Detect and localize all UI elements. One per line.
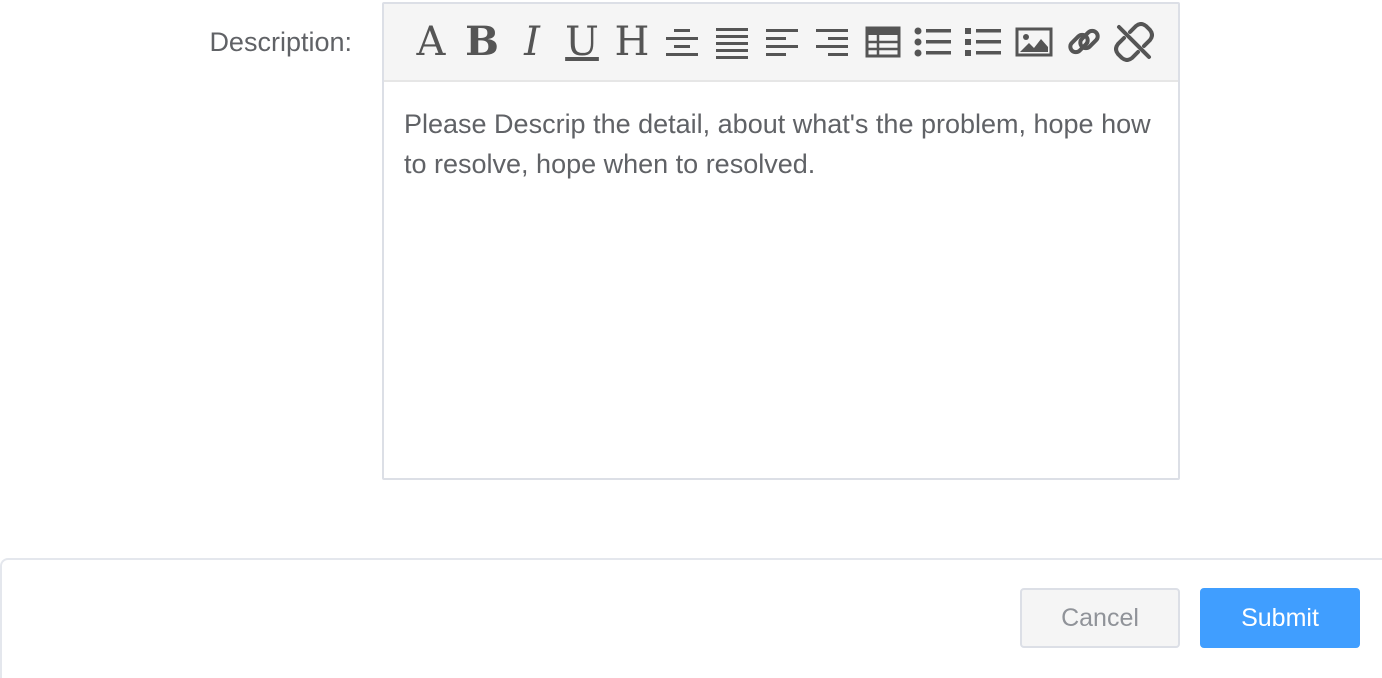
- align-left-icon: [766, 29, 798, 56]
- italic-button[interactable]: I: [512, 21, 552, 63]
- font-button[interactable]: A: [411, 21, 451, 63]
- bold-icon: B: [465, 18, 499, 65]
- editor-content[interactable]: Please Descrip the detail, about what's …: [404, 104, 1162, 184]
- editor-toolbar: A B I U H: [384, 4, 1178, 82]
- align-right-icon: [816, 29, 848, 56]
- dialog: Description: A B I U H Please Descrip th…: [0, 0, 1382, 678]
- underline-icon: U: [565, 19, 599, 65]
- align-justify-icon: [716, 28, 748, 59]
- align-center-button[interactable]: [662, 21, 702, 63]
- heading-icon: H: [614, 19, 650, 65]
- ordered-list-icon: [965, 28, 1001, 56]
- align-justify-button[interactable]: [712, 21, 752, 63]
- font-icon: A: [416, 19, 446, 65]
- link-button[interactable]: [1064, 21, 1104, 63]
- bullet-list-icon: [914, 27, 951, 57]
- description-label: Description:: [209, 27, 352, 57]
- unlink-button[interactable]: [1114, 21, 1154, 63]
- rich-text-editor: A B I U H Please Descrip the detail, abo…: [382, 2, 1180, 480]
- image-button[interactable]: [1014, 21, 1054, 63]
- bold-button[interactable]: B: [462, 21, 502, 63]
- cancel-button[interactable]: Cancel: [1020, 588, 1180, 648]
- link-icon: [1068, 28, 1100, 55]
- italic-icon: I: [524, 19, 540, 65]
- table-button[interactable]: [863, 21, 903, 63]
- submit-button[interactable]: Submit: [1200, 588, 1360, 648]
- align-center-icon: [666, 29, 698, 56]
- unlink-icon: [1114, 22, 1154, 62]
- bullet-list-button[interactable]: [913, 21, 953, 63]
- align-right-button[interactable]: [812, 21, 852, 63]
- align-left-button[interactable]: [762, 21, 802, 63]
- heading-button[interactable]: H: [612, 21, 652, 63]
- image-icon: [1015, 27, 1053, 57]
- underline-button[interactable]: U: [562, 21, 602, 63]
- ordered-list-button[interactable]: [963, 21, 1003, 63]
- table-icon: [865, 26, 901, 58]
